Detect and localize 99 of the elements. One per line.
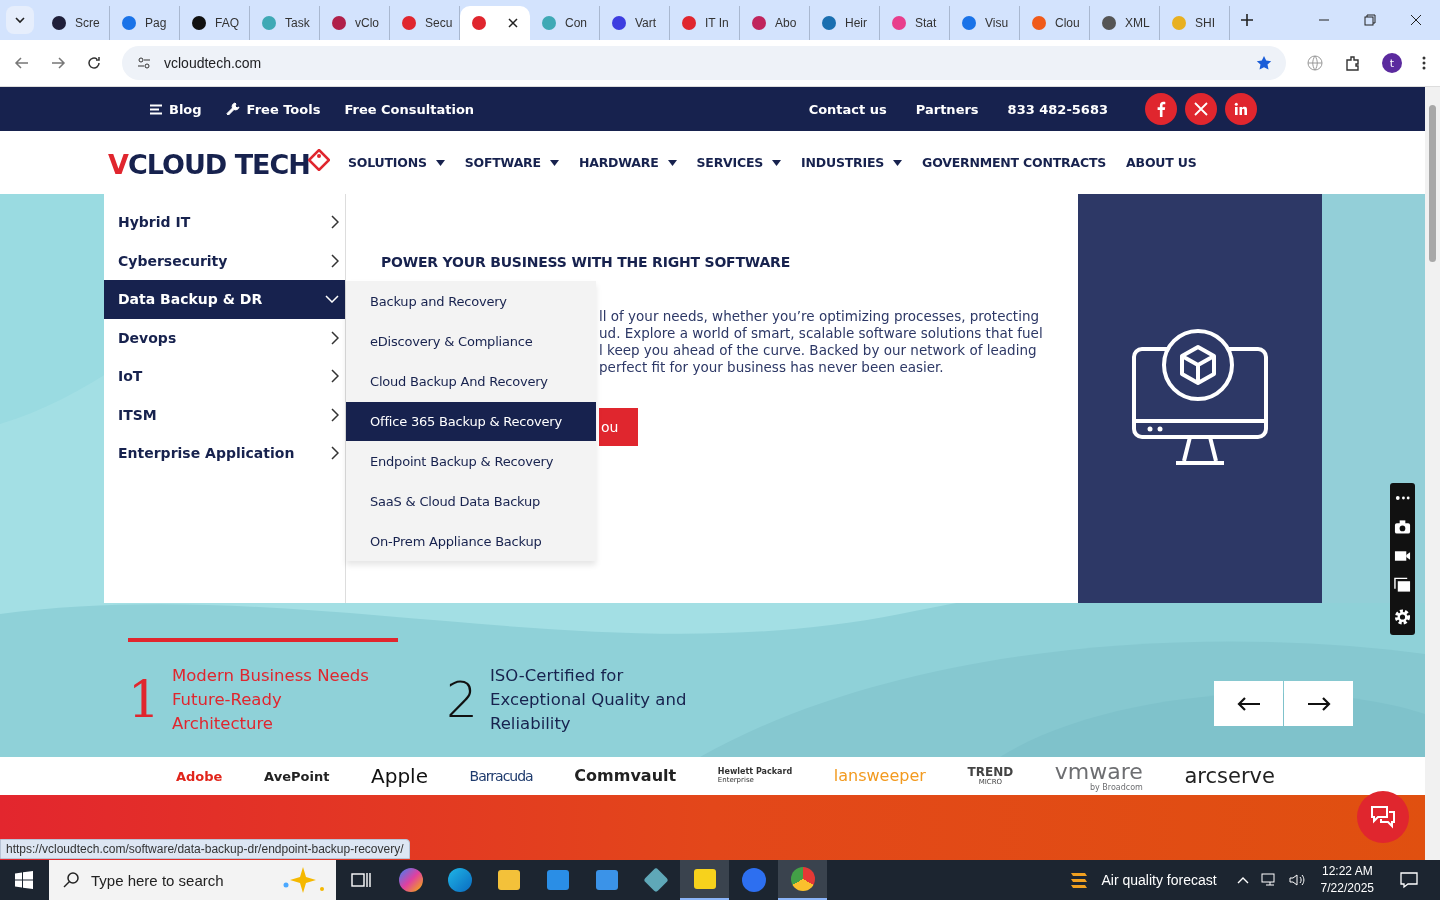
nav-item[interactable]: HARDWARE xyxy=(578,155,677,170)
windows-start-icon[interactable] xyxy=(15,871,33,889)
previous-button[interactable] xyxy=(1214,681,1283,726)
section-heading: POWER YOUR BUSINESS WITH THE RIGHT SOFTWARE xyxy=(381,254,791,270)
video-camera-icon[interactable] xyxy=(1394,548,1411,563)
submenu-item[interactable]: Office 365 Backup & Recovery xyxy=(346,401,596,442)
extensions-icon[interactable] xyxy=(1344,54,1362,72)
address-field[interactable]: vcloudtech.com xyxy=(122,46,1286,80)
chevron-right-icon xyxy=(331,369,339,384)
chrome-icon[interactable] xyxy=(778,860,827,900)
clock-time[interactable]: 12:22 AM xyxy=(1321,863,1373,880)
tab-search-button[interactable] xyxy=(6,6,34,34)
more-menu-icon[interactable] xyxy=(1422,55,1426,71)
feature-number: 1 xyxy=(128,671,158,729)
menu-icon xyxy=(150,103,162,115)
category-item[interactable]: Cybersecurity xyxy=(104,241,345,280)
submenu-item[interactable]: On-Prem Appliance Backup xyxy=(346,521,596,561)
category-item[interactable]: Hybrid IT xyxy=(104,203,345,242)
category-item[interactable]: Devops xyxy=(104,318,345,357)
paragraph-line: perfect fit for your business has never been easier. xyxy=(599,359,945,376)
partner-logo: AvePoint xyxy=(264,769,330,783)
status-url: https://vcloudtech.com/software/data-backup-dr/endpoint-backup-recovery/ xyxy=(0,839,410,859)
partner-logo: lansweeper xyxy=(833,768,926,784)
chevron-down-icon xyxy=(325,295,339,304)
nav-item[interactable]: SOLUTIONS xyxy=(347,155,445,170)
partner-logo: Adobe xyxy=(176,769,223,783)
taskbar-search-field[interactable]: Type here to search xyxy=(49,860,336,900)
feature-text: ISO-Certified for Exceptional Quality and Reliability xyxy=(490,665,688,735)
network-icon[interactable] xyxy=(1260,873,1277,887)
top-link[interactable]: Blog xyxy=(150,101,202,117)
chevron-right-icon xyxy=(331,446,339,461)
volume-icon[interactable] xyxy=(1288,873,1305,887)
camera-icon[interactable] xyxy=(1394,518,1411,535)
chevron-right-icon xyxy=(331,215,339,230)
site-logo[interactable]: VCLOUD TECH xyxy=(108,144,330,181)
paragraph-line: ud. Explore a world of smart, scalable software solutions that fuel xyxy=(599,325,1044,342)
wrench-icon xyxy=(225,102,240,116)
category-item[interactable]: Enterprise Application xyxy=(104,434,345,473)
category-item[interactable]: Data Backup & DR xyxy=(104,280,345,319)
notification-icon[interactable] xyxy=(1400,871,1418,889)
task-view-icon[interactable] xyxy=(351,871,371,889)
settings-icon[interactable] xyxy=(1394,607,1411,626)
top-link[interactable]: 833 482-5683 xyxy=(1007,101,1108,117)
arrow-left-icon xyxy=(1236,696,1261,711)
clock-date[interactable]: 7/22/2025 xyxy=(1320,880,1374,897)
nav-item[interactable]: SOFTWARE xyxy=(464,155,559,170)
top-link[interactable]: Contact us xyxy=(808,101,887,117)
submenu-item[interactable]: Backup and Recovery xyxy=(346,282,596,322)
chevron-up-icon[interactable] xyxy=(1236,876,1249,884)
feature-text: Modern Business Needs Future-Ready Architecture xyxy=(172,665,370,735)
sticky-notes-icon[interactable] xyxy=(680,860,729,900)
restore-icon[interactable] xyxy=(1364,14,1376,26)
tag-icon xyxy=(307,148,330,171)
x-logo-icon[interactable] xyxy=(1185,93,1217,125)
new-tab-icon[interactable] xyxy=(1240,13,1254,27)
partner-logo: vmware by Broadcom xyxy=(1054,760,1143,792)
site-settings-icon[interactable] xyxy=(136,55,152,71)
facebook-icon[interactable] xyxy=(1145,93,1177,125)
partner-logo: Commvault xyxy=(574,768,677,784)
arrow-right-icon xyxy=(1306,696,1331,711)
back-icon[interactable] xyxy=(14,55,30,71)
submenu-item[interactable]: SaaS & Cloud Data Backup xyxy=(346,481,596,522)
submenu-item[interactable]: eDiscovery & Compliance xyxy=(346,321,596,362)
reload-icon[interactable] xyxy=(86,55,102,71)
search-icon xyxy=(63,872,79,888)
forward-icon[interactable] xyxy=(50,55,66,71)
nav-item[interactable]: GOVERNMENT CONTRACTS xyxy=(922,155,1107,170)
submenu-item[interactable]: Endpoint Backup & Recovery xyxy=(346,441,596,482)
paragraph-line: l keep you ahead of the curve. Backed by our network of leading xyxy=(599,342,1038,359)
chat-icon xyxy=(1370,805,1396,829)
top-link[interactable]: Free Consultation xyxy=(344,101,475,117)
top-link[interactable]: Free Tools xyxy=(225,101,321,117)
windows-stack-icon[interactable] xyxy=(1394,577,1411,594)
nav-item[interactable]: ABOUT US xyxy=(1126,155,1197,170)
chevron-down-icon xyxy=(14,14,26,26)
cta-button[interactable]: ou xyxy=(599,408,638,446)
linkedin-icon[interactable] xyxy=(1225,93,1257,125)
submenu-item[interactable]: Cloud Backup And Recovery xyxy=(346,361,596,402)
scrollbar-thumb[interactable] xyxy=(1429,105,1436,262)
weather-text[interactable]: Air quality forecast xyxy=(1101,872,1217,888)
close-icon[interactable] xyxy=(508,18,518,28)
paragraph-line: ll of your needs, whether you’re optimizing processes, protecting xyxy=(599,308,1041,325)
bookmark-star-icon[interactable] xyxy=(1256,55,1272,71)
feature-number: 2 xyxy=(446,671,476,729)
category-item[interactable]: ITSM xyxy=(104,395,345,434)
browser-tab[interactable] xyxy=(460,6,530,40)
close-icon[interactable] xyxy=(1410,14,1422,26)
partner-logo: arcserve xyxy=(1184,765,1275,787)
nav-item[interactable]: SERVICES xyxy=(696,155,782,170)
top-link[interactable]: Partners xyxy=(915,101,979,117)
partner-logo: Barracuda xyxy=(469,769,533,783)
partner-logo: Apple xyxy=(371,766,428,786)
chevron-right-icon xyxy=(331,330,339,345)
chevron-right-icon xyxy=(331,253,339,268)
next-button[interactable] xyxy=(1284,681,1353,726)
chevron-right-icon xyxy=(331,407,339,422)
nav-item[interactable]: INDUSTRIES xyxy=(801,155,903,170)
category-item[interactable]: IoT xyxy=(104,357,345,396)
profile-avatar[interactable]: t xyxy=(1382,53,1402,73)
